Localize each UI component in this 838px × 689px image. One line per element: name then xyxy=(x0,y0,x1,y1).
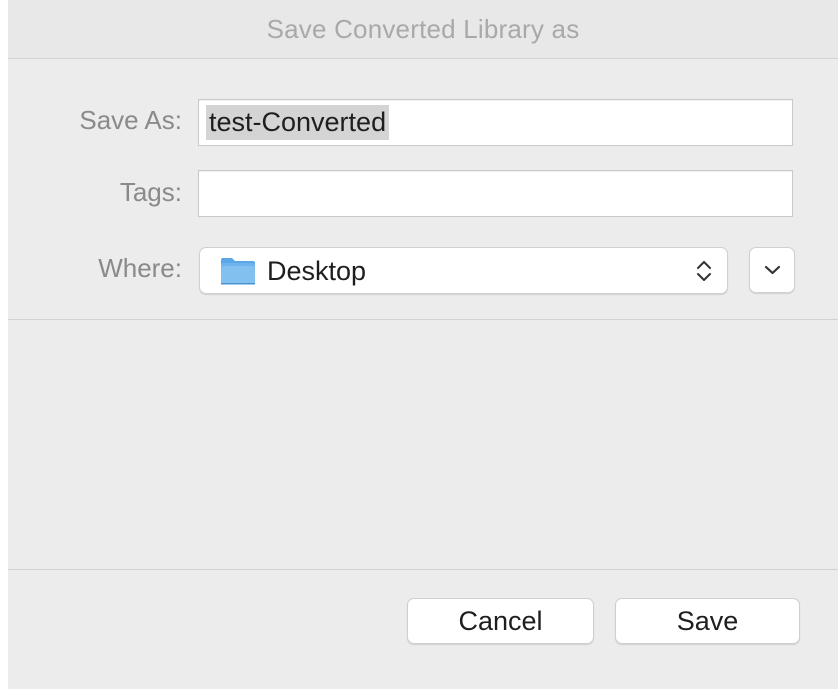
save-as-label: Save As: xyxy=(79,105,182,135)
expand-dialog-button[interactable] xyxy=(749,247,795,293)
where-location-popup[interactable]: Desktop xyxy=(199,247,728,294)
where-location-label: Desktop xyxy=(267,256,367,286)
cancel-button[interactable]: Cancel xyxy=(407,598,594,644)
save-dialog: Save Converted Library as Save As: test-… xyxy=(8,0,838,689)
dialog-title: Save Converted Library as xyxy=(266,13,580,44)
where-label: Where: xyxy=(98,253,182,283)
up-down-chevron-icon xyxy=(697,261,711,281)
save-button[interactable]: Save xyxy=(615,598,800,644)
footer-divider xyxy=(8,569,838,570)
save-as-value: test-Converted xyxy=(206,105,390,140)
save-as-field[interactable]: test-Converted xyxy=(198,99,793,146)
folder-icon xyxy=(221,258,255,285)
chevron-down-icon xyxy=(764,265,781,275)
tags-label: Tags: xyxy=(119,177,182,207)
tags-field[interactable] xyxy=(198,170,793,217)
dialog-titlebar: Save Converted Library as xyxy=(8,0,838,59)
section-divider xyxy=(8,319,838,320)
